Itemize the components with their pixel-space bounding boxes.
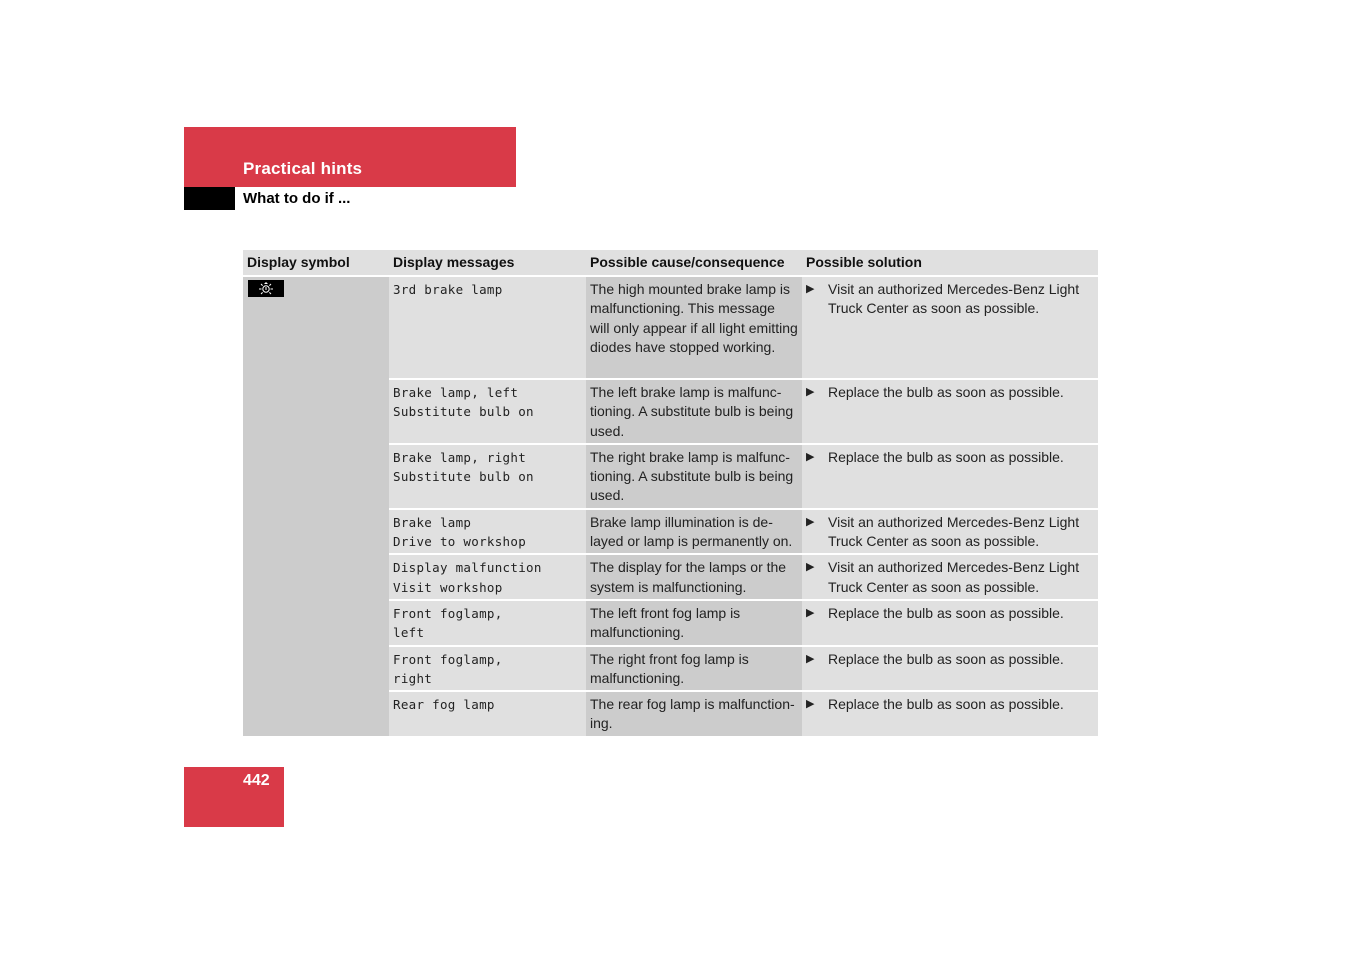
bullet-arrow-icon: ▶ bbox=[806, 386, 815, 398]
solution-item: ▶ Visit an authorized Mercedes-Benz Light… bbox=[806, 558, 1094, 597]
cause-cell: The left brake lamp is malfunc-tioning. … bbox=[586, 379, 802, 445]
solution-item: ▶ Replace the bulb as soon as possible. bbox=[806, 650, 1094, 669]
solution-text: Replace the bulb as soon as possible. bbox=[828, 696, 1064, 713]
display-message-line: Display malfunction bbox=[393, 560, 542, 576]
display-message-line: Brake lamp, left bbox=[393, 385, 519, 400]
page-number: 442 bbox=[243, 772, 270, 789]
display-message-line: Brake lamp bbox=[393, 514, 472, 530]
cause-cell: The rear fog lamp is malfunction-ing. bbox=[586, 691, 802, 738]
solution-item: ▶ Replace the bulb as soon as possible. bbox=[806, 695, 1094, 714]
display-message-line: right bbox=[393, 670, 433, 686]
column-header-solution: Possible solution bbox=[802, 250, 1098, 277]
cause-cell: The right front fog lamp is malfunctioni… bbox=[586, 645, 802, 693]
display-message-cell: Brake lamp, left Substitute bulb on bbox=[389, 379, 586, 445]
display-message-line: Front foglamp, bbox=[393, 651, 503, 667]
solution-text: Replace the bulb as soon as possible. bbox=[828, 604, 1064, 621]
column-header-cause: Possible cause/consequence bbox=[586, 250, 802, 277]
solution-cell: ▶ Replace the bulb as soon as possible. bbox=[802, 691, 1098, 738]
solution-item: ▶ Visit an authorized Mercedes-Benz Light… bbox=[806, 513, 1094, 552]
bullet-arrow-icon: ▶ bbox=[806, 283, 815, 295]
display-message-cell: Brake lamp, right Substitute bulb on bbox=[389, 443, 586, 510]
solution-item: ▶ Replace the bulb as soon as possible. bbox=[806, 448, 1094, 467]
cause-cell: The left front fog lamp is malfunctionin… bbox=[586, 599, 802, 647]
solution-cell: ▶ Visit an authorized Mercedes-Benz Light… bbox=[802, 508, 1098, 556]
display-symbol-cell bbox=[243, 276, 389, 738]
solution-item: ▶ Replace the bulb as soon as possible. bbox=[806, 383, 1094, 402]
bullet-arrow-icon: ▶ bbox=[806, 515, 815, 528]
solution-text: Visit an authorized Mercedes-Benz Light … bbox=[828, 513, 1080, 550]
solution-text: Visit an authorized Mercedes-Benz Light … bbox=[828, 559, 1080, 595]
table-row: 3rd brake lamp The high mounted brake lam… bbox=[243, 276, 1098, 738]
display-message-line: Drive to workshop bbox=[393, 534, 527, 550]
cause-cell: The right brake lamp is malfunc-tioning.… bbox=[586, 443, 802, 510]
bullet-arrow-icon: ▶ bbox=[806, 606, 815, 619]
solution-item: ▶ Visit an authorized Mercedes-Benz Light… bbox=[806, 280, 1094, 319]
display-message-line: 3rd brake lamp bbox=[393, 282, 503, 297]
cause-cell: The high mounted brake lamp is malfuncti… bbox=[586, 276, 802, 380]
solution-cell: ▶ Visit an authorized Mercedes-Benz Light… bbox=[802, 554, 1098, 601]
display-message-cell: Front foglamp, left bbox=[389, 599, 586, 647]
solution-cell: ▶ Replace the bulb as soon as possible. bbox=[802, 379, 1098, 445]
display-message-cell: Front foglamp, right bbox=[389, 645, 586, 693]
cause-cell: The display for the lamps or the system … bbox=[586, 554, 802, 601]
solution-text: Visit an authorized Mercedes-Benz Light … bbox=[828, 281, 1080, 317]
table-header-row: Display symbol Display messages Possible… bbox=[243, 250, 1098, 277]
subsection-marker bbox=[184, 187, 235, 210]
display-message-line: Front foglamp, bbox=[393, 605, 503, 621]
display-message-line: Visit workshop bbox=[393, 579, 503, 595]
display-message-cell: Display malfunction Visit workshop bbox=[389, 554, 586, 601]
bullet-arrow-icon: ▶ bbox=[806, 561, 815, 574]
display-message-line: left bbox=[393, 625, 425, 641]
solution-text: Replace the bulb as soon as possible. bbox=[828, 650, 1064, 667]
solution-cell: ▶ Visit an authorized Mercedes-Benz Light… bbox=[802, 276, 1098, 380]
solution-cell: ▶ Replace the bulb as soon as possible. bbox=[802, 599, 1098, 647]
display-message-line: Brake lamp, right bbox=[393, 449, 527, 465]
solution-cell: ▶ Replace the bulb as soon as possible. bbox=[802, 645, 1098, 693]
display-message-line: Rear fog lamp bbox=[393, 697, 495, 713]
column-header-symbol: Display symbol bbox=[243, 250, 389, 277]
solution-text: Replace the bulb as soon as possible. bbox=[828, 448, 1064, 465]
solution-cell: ▶ Replace the bulb as soon as possible. bbox=[802, 443, 1098, 510]
cause-cell: Brake lamp illumination is de-layed or l… bbox=[586, 508, 802, 556]
display-message-cell: Brake lamp Drive to workshop bbox=[389, 508, 586, 556]
bullet-arrow-icon: ▶ bbox=[806, 652, 815, 665]
display-message-line: Substitute bulb on bbox=[393, 469, 534, 485]
display-message-cell: Rear fog lamp bbox=[389, 691, 586, 738]
section-title: Practical hints bbox=[243, 159, 363, 178]
bullet-arrow-icon: ▶ bbox=[806, 698, 815, 711]
display-message-cell: 3rd brake lamp bbox=[389, 276, 586, 380]
solution-text: Replace the bulb as soon as possible. bbox=[828, 384, 1064, 400]
solution-item: ▶ Replace the bulb as soon as possible. bbox=[806, 604, 1094, 623]
column-header-messages: Display messages bbox=[389, 250, 586, 277]
display-message-line: Substitute bulb on bbox=[393, 404, 534, 420]
bullet-arrow-icon: ▶ bbox=[806, 450, 815, 463]
brake-lamp-warning-icon bbox=[248, 280, 284, 297]
display-messages-table: Display symbol Display messages Possible… bbox=[243, 250, 1098, 738]
subsection-title: What to do if ... bbox=[243, 190, 351, 207]
